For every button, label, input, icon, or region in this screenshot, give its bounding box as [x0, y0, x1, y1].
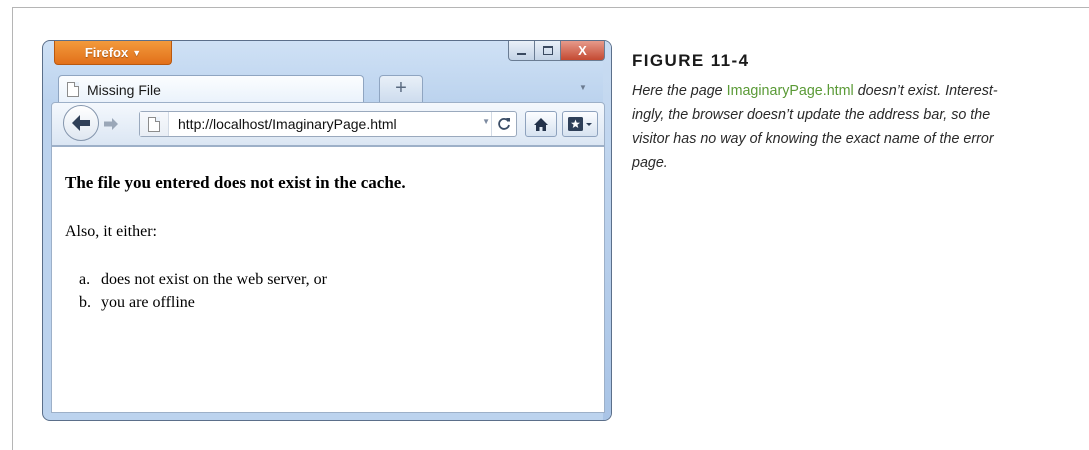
home-button[interactable] [525, 111, 557, 137]
frame-border-top [12, 7, 1089, 8]
list-item-text: does not exist on the web server, or [101, 271, 327, 288]
caption-text: ingly, the browser doesn’t update the ad… [632, 107, 991, 123]
address-bar[interactable]: http://localhost/ImaginaryPage.html ▼ [139, 111, 517, 137]
minimize-button[interactable] [508, 41, 535, 61]
maximize-button[interactable] [535, 41, 561, 61]
bookmarks-button[interactable] [562, 111, 598, 137]
close-button[interactable]: X [561, 41, 605, 61]
list-item-text: you are offline [101, 294, 195, 311]
caption-text: doesn’t exist. Interest- [853, 83, 998, 99]
page-content: The file you entered does not exist in t… [51, 146, 605, 413]
forward-button[interactable] [100, 114, 122, 134]
filename-highlight: ImaginaryPage.html [726, 83, 854, 99]
reload-button[interactable] [491, 112, 516, 136]
minimize-icon [517, 52, 526, 55]
close-icon: X [578, 43, 587, 58]
chevron-down-icon: ▼ [132, 48, 142, 58]
plus-icon: + [395, 77, 407, 99]
figure-caption: Here the page ImaginaryPage.html doesn’t… [632, 79, 1077, 175]
browser-window: Firefox ▼ X Missing File + ▼ http://local… [42, 40, 612, 421]
back-arrow-icon [72, 115, 90, 131]
forward-arrow-icon [104, 118, 118, 130]
list-marker: a. [79, 271, 91, 288]
reload-icon [498, 118, 510, 130]
list-item: b. you are offline [79, 294, 327, 317]
caption-text: visitor has no way of knowing the exact … [632, 131, 994, 147]
site-identity-icon[interactable] [140, 112, 169, 136]
maximize-icon [542, 46, 553, 55]
firefox-menu-button[interactable]: Firefox ▼ [54, 41, 172, 65]
page-icon [67, 82, 79, 97]
back-button[interactable] [63, 105, 99, 141]
caption-line: visitor has no way of knowing the exact … [632, 127, 1077, 151]
firefox-menu-label: Firefox [84, 45, 129, 60]
url-text[interactable]: http://localhost/ImaginaryPage.html [178, 116, 397, 132]
list-marker: b. [79, 294, 91, 311]
tab-list-button[interactable]: ▼ [579, 83, 587, 92]
frame-border-left [12, 7, 13, 450]
window-controls: X [508, 41, 605, 61]
caption-text: page. [632, 155, 668, 171]
caption-line: Here the page ImaginaryPage.html doesn’t… [632, 79, 1077, 103]
tab-title: Missing File [87, 81, 161, 98]
home-icon [534, 117, 548, 131]
history-dropdown-icon[interactable]: ▼ [482, 117, 490, 126]
tab-missing-file[interactable]: Missing File [58, 75, 364, 103]
caption-text: Here the page [632, 83, 727, 99]
new-tab-button[interactable]: + [379, 75, 423, 102]
error-reasons-list: a. does not exist on the web server, or … [79, 271, 327, 317]
navigation-toolbar: http://localhost/ImaginaryPage.html ▼ [51, 102, 605, 146]
figure-label: FIGURE 11-4 [632, 51, 750, 70]
page-icon [148, 116, 160, 132]
bookmarks-icon [568, 117, 592, 131]
error-paragraph: Also, it either: [65, 223, 157, 240]
caption-line: page. [632, 151, 1077, 175]
caption-line: ingly, the browser doesn’t update the ad… [632, 103, 1077, 127]
list-item: a. does not exist on the web server, or [79, 271, 327, 294]
error-heading: The file you entered does not exist in t… [65, 173, 406, 192]
